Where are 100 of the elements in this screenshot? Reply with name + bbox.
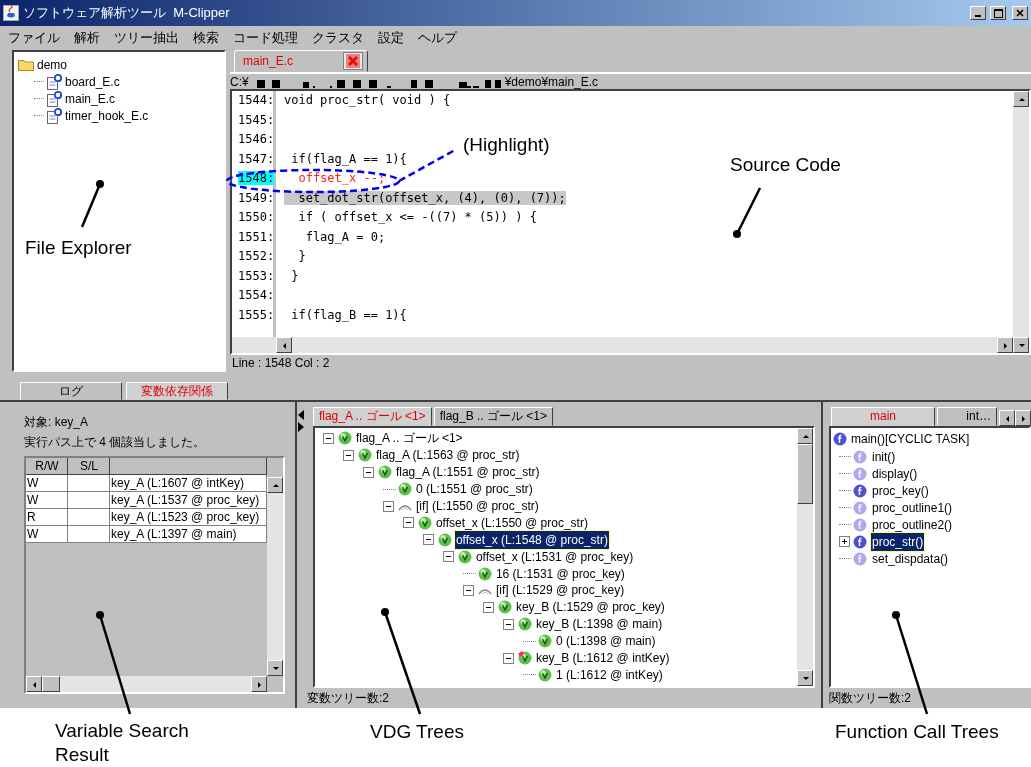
table-cell: W (26, 526, 68, 543)
tree-tab[interactable]: int… (937, 407, 997, 426)
tree-node[interactable]: 0 (L:1551 @ proc_str) (414, 480, 534, 499)
line-number: 1555: (238, 307, 275, 322)
status-text: 変数ツリー数:2 (306, 691, 389, 705)
collapse-toggle[interactable] (462, 584, 474, 596)
column-header[interactable] (110, 458, 267, 475)
close-tab-button[interactable] (343, 52, 364, 70)
file-path: ¥demo¥main_E.c (504, 73, 599, 91)
variable-node-icon (477, 566, 492, 581)
scroll-right-button[interactable] (1015, 410, 1031, 426)
vertical-scrollbar[interactable] (797, 428, 813, 686)
line-number: 1553: (238, 268, 275, 283)
maximize-button[interactable] (990, 6, 1006, 20)
vertical-scrollbar[interactable] (267, 477, 283, 676)
tree-node[interactable]: [if] (L:1529 @ proc_key) (494, 581, 626, 600)
tree-node[interactable]: flag_A .. ゴール <1> (354, 429, 464, 448)
menu-item[interactable]: コード処理 (233, 28, 298, 48)
target-label: 対象: key_A (24, 414, 90, 431)
line-number: 1554: (238, 288, 275, 302)
collapse-toggle[interactable] (342, 449, 354, 461)
column-header[interactable]: R/W (26, 458, 68, 475)
collapse-toggle[interactable] (502, 652, 514, 664)
tree-node[interactable]: init() (871, 447, 897, 466)
horizontal-scrollbar[interactable] (26, 676, 267, 692)
menu-item[interactable]: 解析 (74, 28, 100, 48)
annotation-label: VDG Trees (370, 720, 464, 744)
minimize-button[interactable] (970, 6, 986, 20)
tree-node[interactable]: flag_A (L:1563 @ proc_str) (374, 446, 521, 465)
close-icon (346, 54, 361, 68)
splitter-arrows-icon[interactable] (297, 408, 305, 434)
close-button[interactable] (1012, 6, 1028, 20)
collapse-toggle[interactable] (502, 618, 514, 630)
menu-item[interactable]: ツリー抽出 (114, 28, 179, 48)
tree-node[interactable]: proc_key() (871, 481, 930, 500)
tree-node[interactable]: 0 (L:1398 @ main) (554, 632, 657, 651)
code-line: if(flag_A == 1){ (290, 151, 407, 166)
variable-node-icon (537, 634, 552, 649)
code-line: void proc_str( void ) { (284, 93, 451, 107)
menu-item[interactable]: クラスタ (312, 28, 364, 48)
tree-node[interactable]: offset_x (L:1548 @ proc_str) (454, 530, 609, 549)
scrollbar-thumb[interactable] (797, 444, 813, 504)
tree-node[interactable]: key_B (L:1612 @ intKey) (534, 649, 671, 668)
tree-item[interactable]: board_E.c (65, 72, 120, 91)
collapse-toggle[interactable] (322, 432, 334, 444)
line-number: 1551: (238, 229, 275, 244)
code-line: flag_A = 0; (304, 229, 386, 244)
expand-toggle[interactable] (839, 536, 850, 547)
collapse-toggle[interactable] (482, 601, 494, 613)
collapse-toggle[interactable] (402, 517, 414, 529)
leader-line (80, 180, 104, 228)
code-line: if ( offset_x <= -((7) * (5)) ) { (297, 210, 537, 224)
tree-node[interactable]: proc_str() (871, 532, 925, 551)
annotation-label: File Explorer (25, 236, 132, 260)
file-icon (46, 73, 62, 90)
menu-item[interactable]: ヘルプ (418, 28, 457, 48)
variable-node-icon (437, 532, 452, 547)
horizontal-scrollbar[interactable] (232, 337, 1013, 353)
annotation-label: Source Code (730, 153, 841, 177)
collapse-toggle[interactable] (422, 534, 434, 546)
scrollbar-thumb[interactable] (42, 676, 60, 692)
line-number: 1546: (238, 132, 275, 146)
menu-item[interactable]: 検索 (193, 28, 219, 48)
window-title: ソフトウェア解析ツール M-Clipper (23, 4, 231, 23)
status-text: Line : 1548 Col : 2 (232, 356, 330, 370)
column-header[interactable]: S/L (68, 458, 110, 475)
code-line: } (290, 268, 299, 283)
collapse-toggle[interactable] (382, 500, 394, 512)
tree-node[interactable]: offset_x (L:1550 @ proc_str) (434, 513, 589, 532)
line-number: 1549: (238, 190, 275, 205)
tree-node[interactable]: 1 (L:1612 @ intKey) (554, 665, 664, 684)
tree-item[interactable]: demo (37, 55, 68, 74)
tree-node[interactable]: display() (871, 464, 919, 483)
tree-node[interactable]: key_B (L:1529 @ proc_key) (514, 598, 666, 617)
tree-node[interactable]: set_dispdata() (871, 549, 950, 568)
vertical-scrollbar[interactable] (1013, 91, 1029, 353)
tree-item[interactable]: main_E.c (65, 89, 116, 108)
folder-icon (18, 58, 34, 71)
panel-tab[interactable]: ログ (20, 382, 122, 400)
variable-node-icon (337, 431, 352, 446)
menu-item[interactable]: ファイル (8, 28, 60, 48)
tree-node[interactable]: key_B (L:1398 @ main) (534, 615, 664, 634)
tree-node[interactable]: main()[CYCLIC TASK] (851, 430, 970, 448)
collapse-toggle[interactable] (362, 466, 374, 478)
code-line: offset_x --; (297, 171, 386, 185)
menu-item[interactable]: 設定 (378, 28, 404, 48)
line-number: 1550: (238, 210, 275, 224)
annotation-label: (Highlight) (463, 133, 550, 157)
variable-node-icon (377, 465, 392, 480)
line-number: 1547: (238, 151, 275, 166)
tree-node[interactable]: proc_outline1() (871, 498, 954, 517)
scroll-left-button[interactable] (999, 410, 1015, 426)
tree-node[interactable]: offset_x (L:1531 @ proc_key) (474, 547, 635, 566)
tree-node[interactable]: [if] (L:1550 @ proc_str) (414, 497, 540, 515)
tree-item[interactable]: timer_hook_E.c (65, 106, 149, 125)
collapse-toggle[interactable] (442, 551, 454, 563)
tree-tab[interactable]: flag_B .. ゴール <1> (433, 407, 553, 426)
tree-node[interactable]: proc_outline2() (871, 515, 954, 534)
tree-node[interactable]: flag_A (L:1551 @ proc_str) (394, 463, 541, 482)
tree-node[interactable]: 16 (L:1531 @ proc_key) (494, 564, 626, 583)
